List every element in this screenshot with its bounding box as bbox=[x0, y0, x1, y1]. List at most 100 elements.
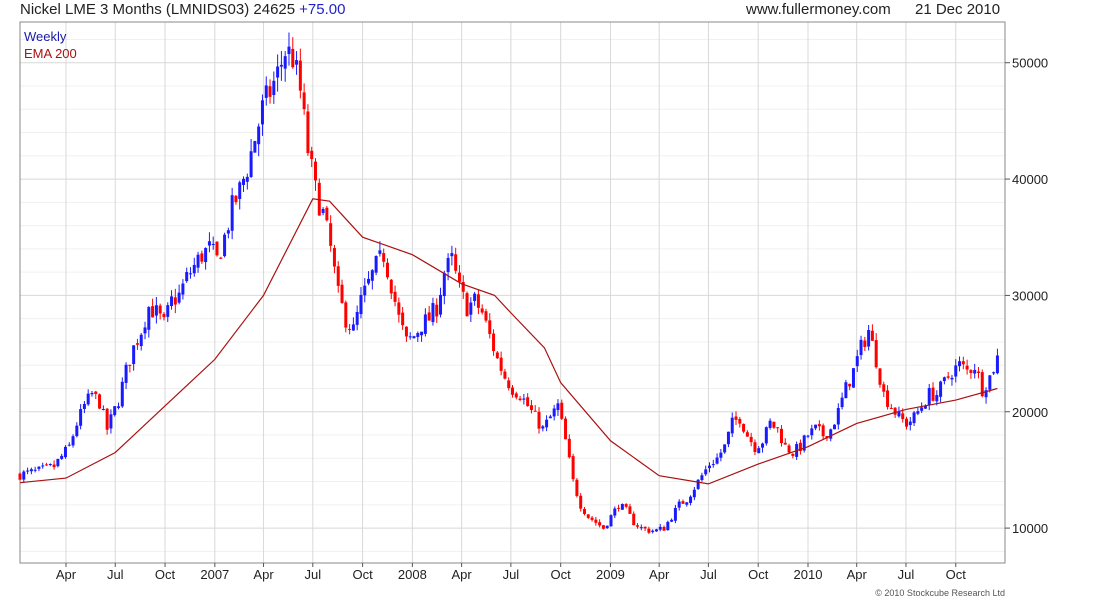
candle-body-up bbox=[670, 519, 674, 522]
candle-body-up bbox=[60, 455, 64, 459]
candle-body-up bbox=[279, 64, 283, 67]
candle-body-down bbox=[314, 161, 317, 181]
x-tick-label: Apr bbox=[452, 567, 473, 582]
candle-body-up bbox=[855, 356, 859, 367]
candle-body-up bbox=[378, 250, 382, 254]
candle-body-down bbox=[529, 405, 533, 411]
candle-body-up bbox=[711, 464, 715, 466]
candle-body-down bbox=[870, 330, 874, 341]
candle-body-down bbox=[310, 150, 314, 159]
candle-body-up bbox=[673, 507, 677, 521]
candle-body-down bbox=[863, 340, 867, 347]
candle-body-down bbox=[94, 391, 98, 395]
candle-body-up bbox=[704, 469, 708, 475]
candle-body-down bbox=[889, 407, 893, 409]
candle-body-up bbox=[605, 525, 609, 529]
x-tick-label: Apr bbox=[56, 567, 77, 582]
candle-body-up bbox=[79, 409, 83, 426]
candle-body-up bbox=[689, 496, 693, 503]
x-tick-label: 2007 bbox=[200, 567, 229, 582]
candle-body-up bbox=[287, 46, 291, 55]
candle-body-down bbox=[579, 495, 583, 509]
candle-body-up bbox=[139, 334, 143, 347]
candle-body-down bbox=[783, 442, 787, 445]
x-tick-label: 2010 bbox=[794, 567, 823, 582]
candle-body-down bbox=[776, 427, 780, 429]
candle-body-down bbox=[514, 393, 518, 398]
candle-body-up bbox=[450, 253, 454, 257]
candle-body-up bbox=[367, 278, 371, 284]
candle-body-up bbox=[431, 303, 435, 323]
candle-body-up bbox=[954, 365, 958, 377]
candle-body-up bbox=[473, 293, 477, 301]
y-tick-label: 10000 bbox=[1012, 521, 1048, 536]
candle-body-up bbox=[552, 408, 556, 417]
candle-body-up bbox=[181, 283, 185, 295]
candle-body-down bbox=[586, 514, 590, 518]
candle-body-up bbox=[276, 66, 280, 78]
candle-body-up bbox=[117, 406, 120, 408]
candle-body-up bbox=[708, 465, 711, 469]
candle-body-up bbox=[836, 407, 840, 425]
candle-body-up bbox=[761, 443, 765, 448]
candle-body-down bbox=[162, 313, 166, 318]
candle-body-down bbox=[681, 501, 685, 504]
candle-body-up bbox=[916, 411, 920, 414]
candle-body-up bbox=[242, 178, 246, 185]
candle-body-down bbox=[329, 223, 333, 246]
candle-body-up bbox=[143, 327, 147, 334]
candle-body-up bbox=[613, 508, 617, 516]
x-tick-label: Oct bbox=[352, 567, 373, 582]
candle-body-up bbox=[469, 302, 473, 315]
candle-body-down bbox=[582, 509, 586, 514]
candle-body-up bbox=[545, 419, 549, 428]
candle-body-down bbox=[435, 304, 439, 317]
candle-body-down bbox=[503, 371, 507, 379]
candle-body-up bbox=[420, 331, 424, 336]
candle-body-up bbox=[764, 427, 768, 444]
candle-body-down bbox=[348, 328, 352, 330]
candle-body-up bbox=[939, 381, 943, 397]
candle-body-up bbox=[719, 452, 723, 458]
candle-body-down bbox=[215, 241, 219, 256]
candle-body-down bbox=[219, 257, 223, 259]
candle-body-up bbox=[768, 420, 772, 428]
candle-body-up bbox=[204, 248, 208, 263]
candle-body-up bbox=[859, 339, 863, 356]
candle-body-up bbox=[844, 382, 848, 399]
candle-body-up bbox=[374, 256, 378, 273]
candle-body-up bbox=[226, 230, 230, 234]
candle-body-down bbox=[404, 326, 408, 337]
candle-body-up bbox=[272, 80, 276, 95]
x-tick-label: Oct bbox=[748, 567, 769, 582]
candle-body-down bbox=[749, 436, 753, 443]
x-tick-label: Jul bbox=[898, 567, 915, 582]
candle-body-up bbox=[810, 428, 814, 436]
candle-body-up bbox=[71, 436, 75, 446]
candle-body-down bbox=[905, 418, 908, 427]
candle-body-down bbox=[772, 421, 776, 428]
candle-body-up bbox=[253, 140, 257, 153]
candle-body-down bbox=[45, 464, 49, 466]
candle-body-down bbox=[340, 284, 344, 303]
candle-body-up bbox=[442, 273, 446, 297]
candle-body-up bbox=[75, 425, 79, 437]
candle-body-up bbox=[912, 412, 916, 424]
candle-body-down bbox=[931, 387, 935, 401]
candle-body-up bbox=[249, 151, 253, 178]
candle-body-down bbox=[560, 402, 564, 419]
candle-body-up bbox=[67, 444, 71, 446]
candle-body-down bbox=[302, 92, 306, 110]
candle-body-up bbox=[715, 457, 719, 464]
candle-body-up bbox=[609, 515, 613, 527]
candle-body-up bbox=[109, 414, 113, 429]
candle-body-down bbox=[173, 297, 177, 305]
candle-body-down bbox=[946, 376, 950, 378]
candle-body-up bbox=[211, 243, 215, 245]
candle-body-up bbox=[56, 458, 60, 467]
candle-body-up bbox=[723, 444, 727, 453]
candle-body-down bbox=[151, 306, 155, 318]
y-tick-label: 20000 bbox=[1012, 405, 1048, 420]
x-tick-label: Jul bbox=[304, 567, 321, 582]
x-axis: Apr Jul Oct 2007 Apr Jul Oct 2008 Apr Jul Oct 2009 A… bbox=[56, 563, 966, 582]
